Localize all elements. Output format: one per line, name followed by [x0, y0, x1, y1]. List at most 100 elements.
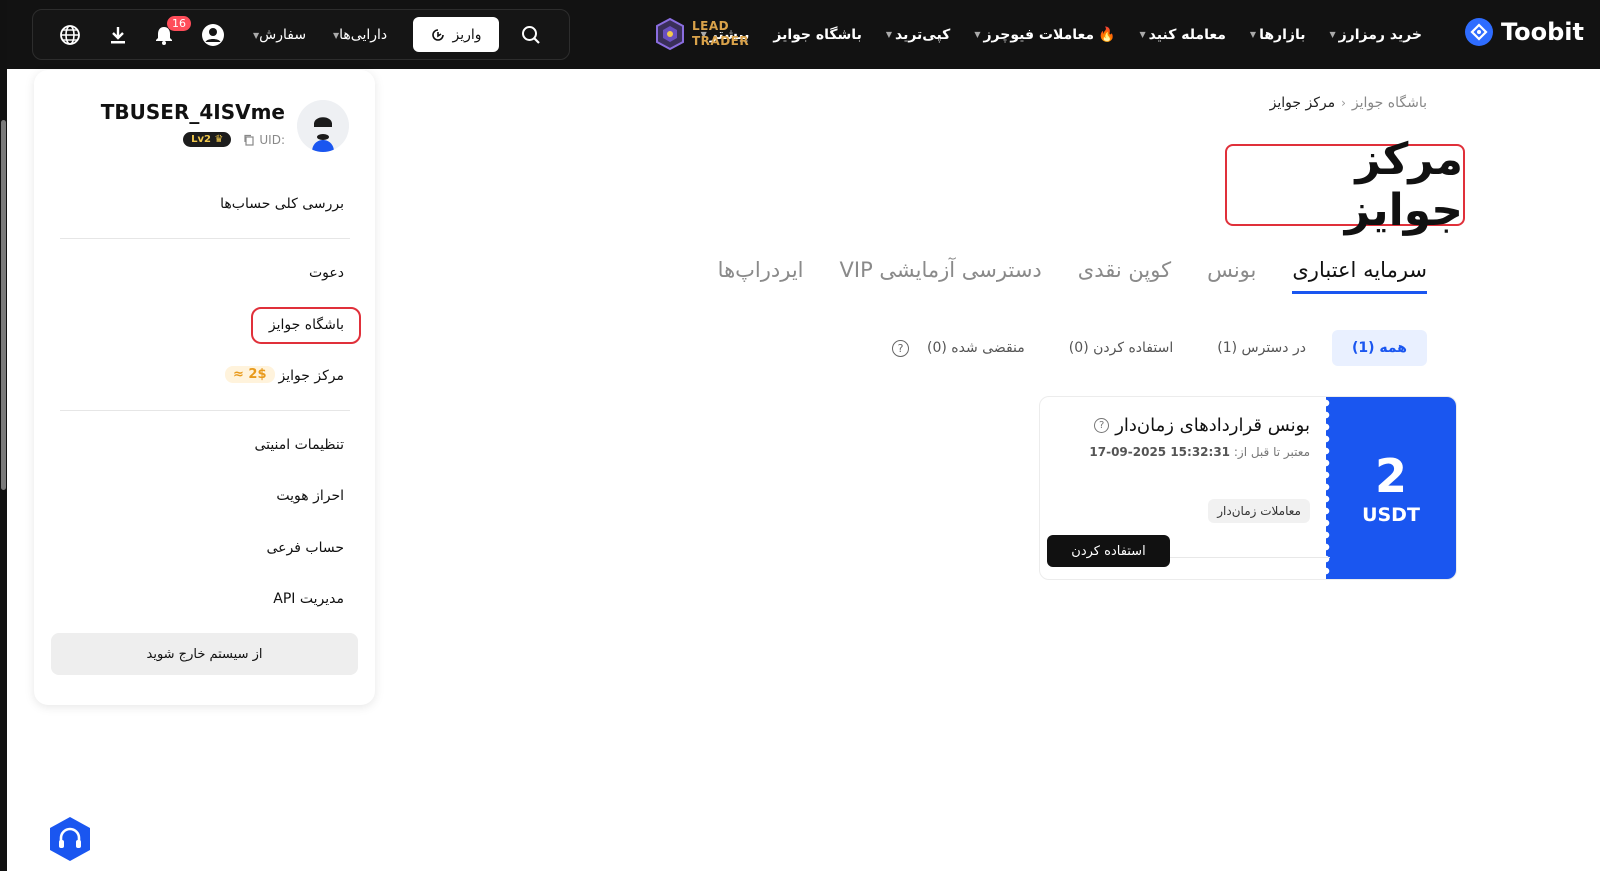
use-coupon-button[interactable]: استفاده کردن — [1047, 535, 1170, 567]
deposit-icon — [432, 28, 445, 41]
fire-icon: 🔥 — [1098, 26, 1116, 43]
nav-buy-crypto[interactable]: خرید رمزارز ▼ — [1329, 27, 1422, 43]
nav-copy-trade[interactable]: کپی‌ترید ▼ — [886, 27, 951, 43]
divider — [60, 238, 350, 239]
coupon-title: بونس قراردادهای زمان‌دار ? — [1094, 415, 1310, 436]
nav-futures[interactable]: 🔥 معاملات فیوچرز ▼ — [974, 27, 1115, 43]
uid-row: Lv2 ♛ UID: — [183, 132, 285, 147]
nav-label: کپی‌ترید — [894, 26, 951, 43]
username: TBUSER_4ISVme — [100, 100, 285, 124]
tab-cash-coupon[interactable]: کوپن نقدی — [1078, 258, 1171, 294]
coupon-card: 2 USDT بونس قراردادهای زمان‌دار ? معتبر … — [1039, 396, 1457, 580]
avatar[interactable] — [297, 100, 349, 152]
nav-label: باشگاه جوایز — [773, 26, 862, 43]
brand-logo[interactable]: Toobit — [1464, 18, 1584, 46]
nav-markets[interactable]: بازارها ▼ — [1250, 27, 1306, 43]
caret-down-icon: ▼ — [1249, 30, 1257, 39]
uid-label: UID: — [259, 132, 285, 147]
page: Toobit خرید رمزارز ▼ بازارها ▼ معامله کنید… — [0, 0, 1600, 871]
top-navigation: Toobit خرید رمزارز ▼ بازارها ▼ معامله کنید… — [7, 0, 1600, 69]
lead-trader-badge-icon — [656, 17, 684, 51]
sidebar-item-rewards-club[interactable]: باشگاه جوایز — [269, 317, 344, 333]
filter-all[interactable]: همه (1) — [1331, 330, 1427, 366]
search-icon[interactable] — [520, 23, 542, 47]
lead-line-1: LEAD — [692, 19, 730, 33]
nav-label: بازارها — [1259, 26, 1306, 43]
language-globe-icon[interactable] — [59, 23, 81, 47]
support-chat-button[interactable] — [48, 816, 92, 862]
breadcrumb-current: مرکز جوایز — [1269, 95, 1336, 111]
page-title-highlight: مرکز جوایز — [1225, 134, 1465, 236]
help-question-icon[interactable]: ? — [892, 339, 909, 357]
breadcrumb: باشگاه جوایز ‹ مرکز جوایز — [1270, 95, 1427, 111]
level-badge: Lv2 ♛ — [183, 132, 232, 147]
deposit-label: واریز — [452, 26, 482, 43]
reward-tabs: سرمایه اعتباری بونس کوپن نقدی دسترسی آزم… — [682, 258, 1427, 294]
user-profile-icon[interactable] — [201, 23, 225, 47]
logout-button[interactable]: از سیستم خارج شوید — [51, 633, 358, 675]
page-title: مرکز جوایز — [1344, 134, 1463, 236]
orders-label: سفارش — [259, 27, 307, 43]
coupon-perforation — [1322, 397, 1330, 579]
scrollbar-thumb[interactable] — [1, 120, 6, 490]
coupon-divider — [1170, 557, 1330, 558]
chevron-left-icon: ‹ — [1341, 96, 1346, 110]
filter-used[interactable]: استفاده کردن (0) — [1069, 340, 1173, 356]
caret-down-icon: ▼ — [974, 30, 981, 39]
filter-expired[interactable]: منقضی شده (0) — [927, 340, 1025, 356]
sidebar-item-kyc[interactable]: احراز هویت — [276, 488, 344, 504]
tab-airdrops[interactable]: ایردراپ‌ها — [718, 258, 804, 294]
breadcrumb-parent[interactable]: باشگاه جوایز — [1352, 95, 1427, 111]
copy-icon[interactable] — [243, 134, 255, 146]
tab-vip-trial[interactable]: دسترسی آزمایشی VIP — [840, 258, 1042, 294]
nav-trade[interactable]: معامله کنید ▼ — [1140, 27, 1226, 43]
sidebar-item-rewards-center[interactable]: مرکز جوایز — [279, 368, 344, 384]
nav-label: خرید رمزارز — [1338, 26, 1422, 43]
download-icon[interactable] — [108, 23, 128, 47]
level-text: Lv2 — [191, 134, 211, 145]
orders-menu[interactable]: ▼ سفارش — [249, 23, 306, 47]
validity-prefix: معتبر تا قبل از: — [1233, 445, 1310, 459]
user-toolbar: 16 ▼ سفارش ▼ دارایی‌ها واریز — [32, 9, 570, 60]
nav-label: معامله کنید — [1148, 26, 1226, 43]
sidebar-item-api[interactable]: مدیریت API — [273, 591, 344, 607]
divider — [60, 410, 350, 411]
coupon-amount: 2 — [1374, 449, 1407, 503]
assets-menu[interactable]: ▼ دارایی‌ها — [329, 23, 387, 47]
headset-icon — [50, 817, 90, 861]
coupon-validity: معتبر تا قبل از: 17-09-2025 15:32:31 — [1089, 445, 1310, 459]
tab-bonus[interactable]: بونس — [1207, 258, 1256, 294]
deposit-button[interactable]: واریز — [413, 17, 499, 52]
toobit-logo-icon — [1464, 18, 1493, 46]
coupon-amount-panel: 2 USDT — [1326, 397, 1456, 579]
lead-trader-banner[interactable]: LEAD TRADER — [653, 17, 749, 51]
sidebar-item-security[interactable]: تنظیمات امنیتی — [254, 437, 344, 453]
lead-trader-text: LEAD TRADER — [692, 19, 749, 49]
nav-rewards-club[interactable]: باشگاه جوایز — [773, 27, 861, 43]
caret-down-icon: ▼ — [1329, 30, 1336, 39]
brand-name: Toobit — [1500, 18, 1584, 46]
coupon-tag: معاملات زمان‌دار — [1208, 499, 1310, 523]
lead-line-2: TRADER — [692, 34, 750, 48]
notification-count-badge: 16 — [167, 16, 191, 31]
status-filters: همه (1) در دسترس (1) استفاده کردن (0) من… — [892, 330, 1427, 366]
info-question-icon[interactable]: ? — [1094, 418, 1110, 433]
validity-date: 17-09-2025 15:32:31 — [1089, 445, 1231, 459]
sidebar-item-overview[interactable]: بررسی کلی حساب‌ها — [220, 196, 344, 212]
filter-available[interactable]: در دسترس (1) — [1217, 340, 1306, 356]
coupon-currency: USDT — [1362, 504, 1420, 526]
sidebar-item-sub-account[interactable]: حساب فرعی — [267, 540, 344, 556]
coupon-title-text: بونس قراردادهای زمان‌دار — [1115, 415, 1310, 436]
caret-down-icon: ▼ — [1139, 30, 1146, 39]
notifications-bell-icon[interactable]: 16 — [153, 16, 191, 47]
assets-label: دارایی‌ها — [339, 27, 388, 43]
nav-label: معاملات فیوچرز — [983, 26, 1095, 43]
caret-down-icon: ▼ — [885, 30, 892, 39]
main-menu: خرید رمزارز ▼ بازارها ▼ معامله کنید ▼ 🔥 معام… — [677, 0, 1422, 69]
account-sidebar: TBUSER_4ISVme Lv2 ♛ UID: بررسی کلی حساب‌… — [34, 70, 375, 705]
window-edge — [0, 0, 7, 871]
crown-icon: ♛ — [214, 134, 224, 145]
sidebar-item-invite[interactable]: دعوت — [309, 265, 344, 281]
rewards-value-chip: ≈ 2$ — [225, 366, 275, 383]
tab-credit-capital[interactable]: سرمایه اعتباری — [1292, 258, 1427, 294]
